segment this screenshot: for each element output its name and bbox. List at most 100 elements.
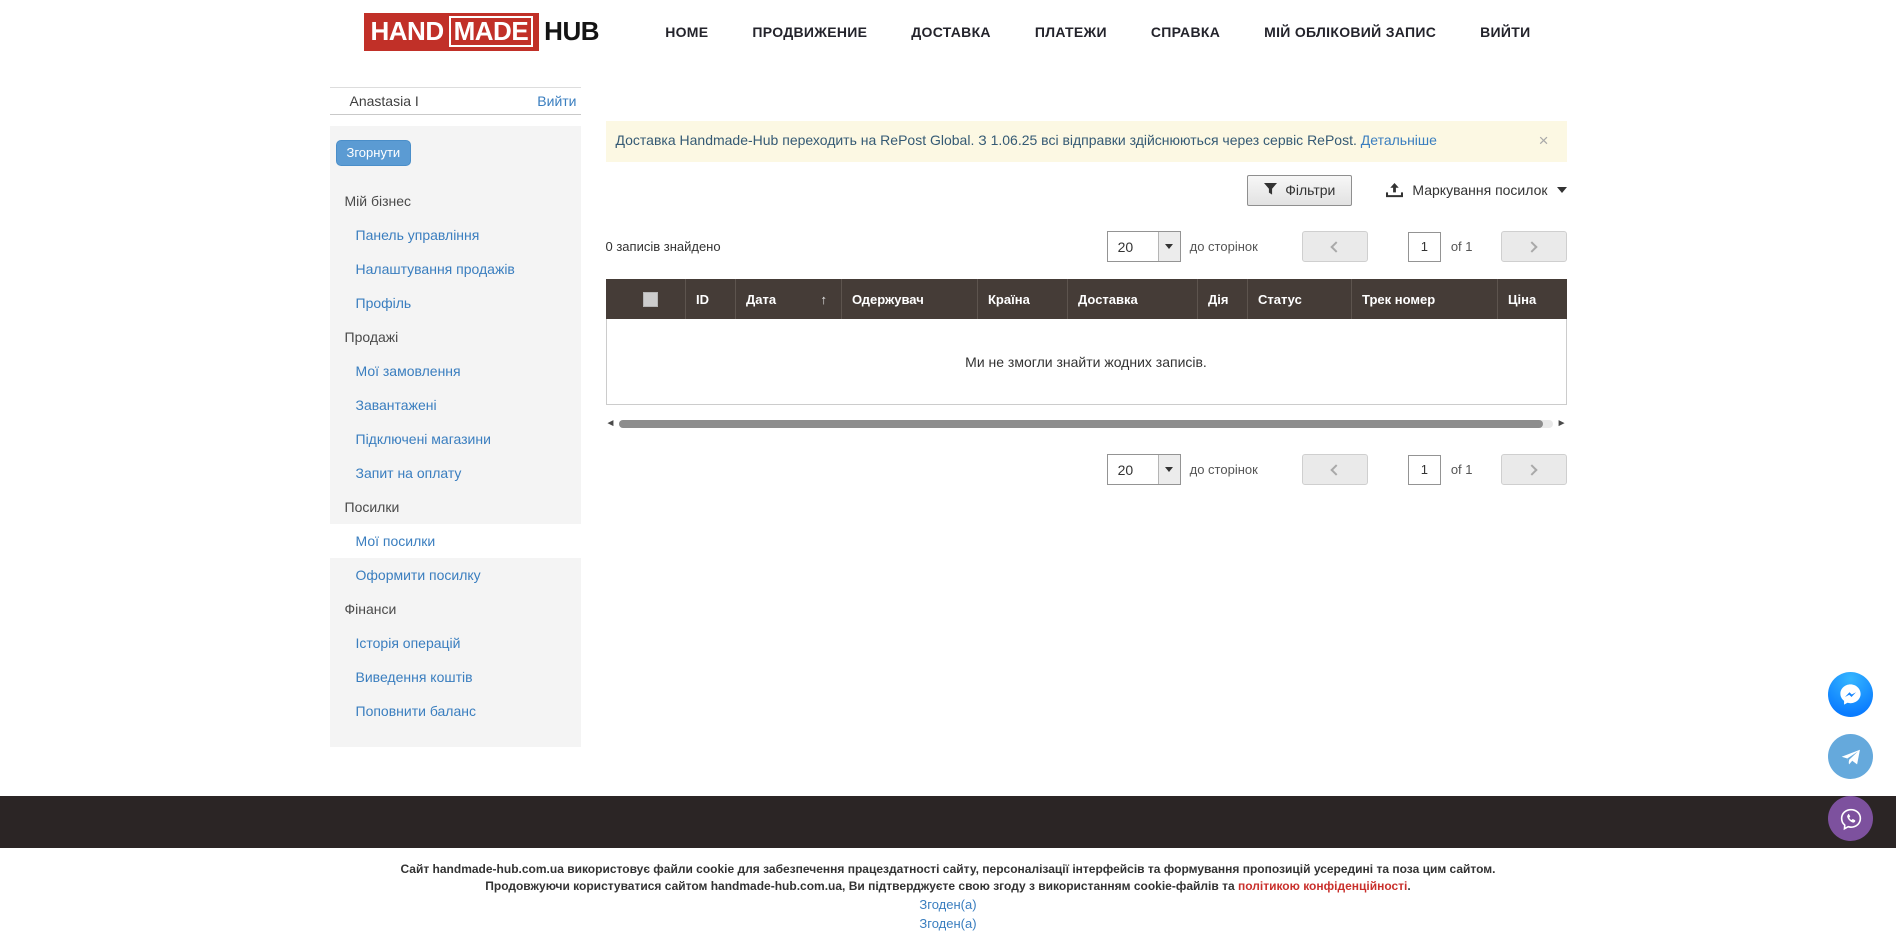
main-content: Доставка Handmade-Hub переходить на RePo… [606, 64, 1567, 796]
column-header-recipient[interactable]: Одержувач [842, 279, 978, 319]
user-name: Anastasia I [350, 93, 419, 109]
column-header-country[interactable]: Країна [978, 279, 1068, 319]
banner-details-link[interactable]: Детальніше [1361, 132, 1437, 148]
prev-page-button[interactable] [1302, 231, 1368, 262]
sidebar-item-transaction-history[interactable]: Історія операцій [330, 626, 581, 660]
sidebar-section-finance: Фінанси [330, 592, 581, 626]
column-header-status[interactable]: Статус [1248, 279, 1352, 319]
nav-delivery[interactable]: ДОСТАВКА [911, 24, 991, 40]
chevron-right-icon [1526, 241, 1537, 252]
grid-meta-row: 0 записів знайдено 20 до сторінок of 1 [606, 231, 1567, 262]
viber-icon [1838, 806, 1864, 832]
pagination-bottom: 20 до сторінок of 1 [1107, 454, 1567, 485]
sidebar-item-withdraw-funds[interactable]: Виведення коштів [330, 660, 581, 694]
main-nav: HOME ПРОДВИЖЕНИЕ ДОСТАВКА ПЛАТЕЖИ СПРАВК… [665, 24, 1566, 40]
table-empty-state: Ми не змогли знайти жодних записів. [606, 319, 1567, 405]
footer: Сайт handmade-hub.com.ua використовує фа… [0, 848, 1896, 933]
nav-logout[interactable]: ВИЙТИ [1480, 24, 1530, 40]
cookie-notice-line2-suffix: . [1407, 879, 1410, 893]
nav-payments[interactable]: ПЛАТЕЖИ [1035, 24, 1107, 40]
nav-my-account[interactable]: МІЙ ОБЛІКОВИЙ ЗАПИС [1264, 24, 1436, 40]
select-caret-button[interactable] [1158, 455, 1180, 484]
cookie-notice-line2: Продовжуючи користуватися сайтом handmad… [0, 878, 1896, 895]
select-all-checkbox[interactable] [643, 292, 658, 307]
sidebar-item-my-orders[interactable]: Мої замовлення [330, 354, 581, 388]
notification-banner: Доставка Handmade-Hub переходить на RePo… [606, 121, 1567, 162]
agree-link-1[interactable]: Згоден(а) [0, 895, 1896, 914]
sidebar-item-payment-request[interactable]: Запит на оплату [330, 456, 581, 490]
records-found-label: 0 записів знайдено [606, 239, 721, 254]
next-page-button[interactable] [1501, 231, 1567, 262]
nav-home[interactable]: HOME [665, 24, 708, 40]
next-page-button-bottom[interactable] [1501, 454, 1567, 485]
viber-button[interactable] [1828, 796, 1873, 841]
nav-promotion[interactable]: ПРОДВИЖЕНИЕ [752, 24, 867, 40]
logo-made: MADE [449, 16, 534, 47]
sidebar-item-my-parcels[interactable]: Мої посилки [330, 524, 581, 558]
sidebar: Anastasia I Вийти Згорнути Мій бізнес Па… [330, 64, 581, 796]
chevron-down-icon [1165, 244, 1173, 249]
page-count-label: of 1 [1451, 462, 1473, 477]
agree-link-2[interactable]: Згоден(а) [0, 914, 1896, 933]
sidebar-section-sales: Продажі [330, 320, 581, 354]
sidebar-item-create-parcel[interactable]: Оформити посилку [330, 558, 581, 592]
column-header-delivery[interactable]: Доставка [1068, 279, 1198, 319]
sort-ascending-icon[interactable]: ↑ [821, 292, 828, 307]
parcels-table: ID Дата ↑ Одержувач Країна Доставка Дія … [606, 279, 1567, 319]
sidebar-item-uploaded[interactable]: Завантажені [330, 388, 581, 422]
horizontal-scrollbar: ◄ ► [606, 417, 1567, 431]
column-header-price[interactable]: Ціна [1498, 279, 1567, 319]
messenger-icon [1837, 681, 1864, 708]
filter-icon [1264, 183, 1277, 196]
per-page-label: до сторінок [1190, 462, 1258, 477]
page-size-value: 20 [1108, 455, 1158, 484]
column-header-track-number[interactable]: Трек номер [1352, 279, 1498, 319]
upload-icon [1386, 183, 1403, 198]
parcel-marking-dropdown[interactable]: Маркування посилок [1386, 182, 1566, 198]
privacy-policy-link[interactable]: політикою конфіденційності [1238, 879, 1407, 893]
pagination-top: 20 до сторінок of 1 [1107, 231, 1567, 262]
page-size-select-bottom[interactable]: 20 [1107, 454, 1181, 485]
select-caret-button[interactable] [1158, 232, 1180, 261]
collapse-button[interactable]: Згорнути [336, 140, 412, 166]
banner-text: Доставка Handmade-Hub переходить на RePo… [616, 132, 1361, 148]
site-logo[interactable]: HAND MADE HUB [364, 13, 600, 51]
sidebar-logout-link[interactable]: Вийти [537, 93, 576, 109]
scrollbar-track[interactable] [619, 420, 1552, 428]
user-row: Anastasia I Вийти [330, 87, 581, 115]
sidebar-item-profile[interactable]: Профіль [330, 286, 581, 320]
logo-hand: HAND [371, 16, 444, 47]
filters-button[interactable]: Фільтри [1247, 175, 1352, 206]
prev-page-button-bottom[interactable] [1302, 454, 1368, 485]
close-icon[interactable]: × [1535, 132, 1553, 149]
scroll-left-icon[interactable]: ◄ [606, 417, 616, 431]
select-all-header[interactable] [606, 279, 686, 319]
scrollbar-thumb[interactable] [619, 420, 1543, 428]
page-count-label: of 1 [1451, 239, 1473, 254]
telegram-icon [1838, 744, 1864, 770]
column-header-action[interactable]: Дія [1198, 279, 1248, 319]
messenger-button[interactable] [1828, 672, 1873, 717]
scroll-right-icon[interactable]: ► [1557, 417, 1567, 431]
logo-red-box: HAND MADE [364, 13, 540, 51]
chevron-left-icon [1331, 464, 1342, 475]
telegram-button[interactable] [1828, 734, 1873, 779]
cookie-notice-line1: Сайт handmade-hub.com.ua використовує фа… [0, 861, 1896, 878]
filters-button-label: Фільтри [1285, 182, 1335, 198]
nav-help[interactable]: СПРАВКА [1151, 24, 1220, 40]
column-header-id[interactable]: ID [686, 279, 736, 319]
page-size-select[interactable]: 20 [1107, 231, 1181, 262]
empty-message: Ми не змогли знайти жодних записів. [965, 354, 1207, 370]
page-number-input-bottom[interactable] [1408, 455, 1441, 485]
chevron-right-icon [1526, 464, 1537, 475]
sidebar-item-top-up-balance[interactable]: Поповнити баланс [330, 694, 581, 728]
per-page-label: до сторінок [1190, 239, 1258, 254]
toolbar: Фільтри Маркування посилок [606, 173, 1567, 207]
column-header-date-label: Дата [746, 292, 776, 307]
column-header-date[interactable]: Дата ↑ [736, 279, 842, 319]
table-header-row: ID Дата ↑ Одержувач Країна Доставка Дія … [606, 279, 1567, 319]
sidebar-item-sales-settings[interactable]: Налаштування продажів [330, 252, 581, 286]
sidebar-item-dashboard[interactable]: Панель управління [330, 218, 581, 252]
sidebar-item-connected-stores[interactable]: Підключені магазини [330, 422, 581, 456]
page-number-input[interactable] [1408, 232, 1441, 262]
